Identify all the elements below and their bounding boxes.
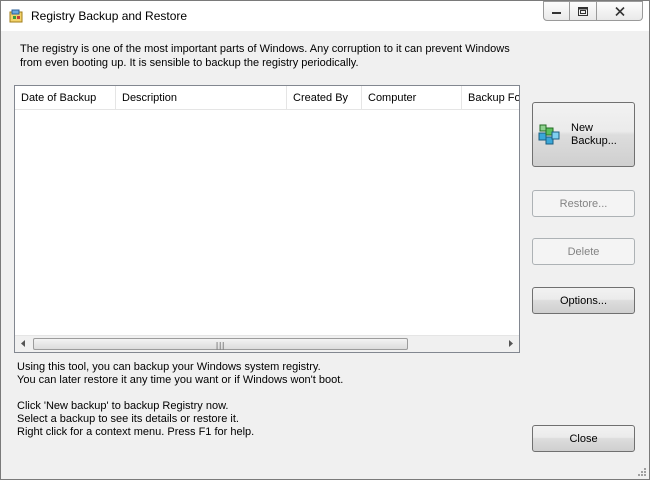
new-backup-label-line2: Backup... — [571, 134, 617, 147]
registry-app-icon — [9, 9, 24, 23]
close-window-button[interactable] — [597, 1, 643, 21]
new-backup-button[interactable]: New Backup... — [532, 102, 635, 167]
scroll-grip: ||| — [216, 341, 226, 350]
horizontal-scrollbar[interactable]: ||| — [15, 335, 519, 352]
minimize-button[interactable] — [543, 1, 570, 21]
delete-button[interactable]: Delete — [532, 238, 635, 265]
close-icon — [614, 6, 625, 16]
info-line: Using this tool, you can backup your Win… — [17, 361, 321, 373]
scroll-right-icon — [508, 338, 513, 350]
intro-line: The registry is one of the most importan… — [20, 43, 510, 55]
registry-backup-window: Registry Backup and Restore The registry… — [0, 0, 650, 480]
info-line: Click 'New backup' to backup Registry no… — [17, 400, 229, 412]
scroll-right-button[interactable] — [502, 336, 519, 352]
minimize-icon — [552, 7, 561, 15]
list-body[interactable] — [15, 111, 519, 336]
info-instructions-text: Click 'New backup' to backup Registry no… — [17, 400, 517, 439]
scroll-left-icon — [21, 338, 26, 350]
title-bar[interactable]: Registry Backup and Restore — [1, 1, 649, 31]
caption-buttons — [543, 1, 643, 21]
info-line: Right click for a context menu. Press F1… — [17, 426, 255, 438]
list-header: Date of Backup Description Created By Co… — [15, 86, 519, 110]
column-date-of-backup[interactable]: Date of Backup — [15, 86, 116, 109]
column-computer[interactable]: Computer — [362, 86, 462, 109]
column-backup-folder[interactable]: Backup Fol — [462, 86, 519, 109]
close-button[interactable]: Close — [532, 425, 635, 452]
maximize-button[interactable] — [570, 1, 597, 21]
resize-grip-icon[interactable] — [636, 466, 646, 476]
info-usage-text: Using this tool, you can backup your Win… — [17, 361, 517, 387]
window-title: Registry Backup and Restore — [31, 9, 188, 23]
scroll-thumb[interactable]: ||| — [33, 338, 408, 350]
intro-text: The registry is one of the most importan… — [20, 42, 520, 70]
column-created-by[interactable]: Created By — [287, 86, 362, 109]
info-line: Select a backup to see its details or re… — [17, 413, 239, 425]
maximize-icon — [578, 6, 588, 16]
new-backup-label-line1: New — [571, 121, 594, 134]
scroll-left-button[interactable] — [15, 336, 32, 352]
registry-cubes-icon — [537, 123, 561, 147]
intro-line: from even booting up. It is sensible to … — [20, 57, 359, 69]
info-line: You can later restore it any time you wa… — [17, 374, 344, 386]
column-description[interactable]: Description — [116, 86, 287, 109]
new-backup-label: New Backup... — [571, 122, 617, 148]
backup-list[interactable]: Date of Backup Description Created By Co… — [14, 85, 520, 353]
restore-button[interactable]: Restore... — [532, 190, 635, 217]
options-button[interactable]: Options... — [532, 287, 635, 314]
